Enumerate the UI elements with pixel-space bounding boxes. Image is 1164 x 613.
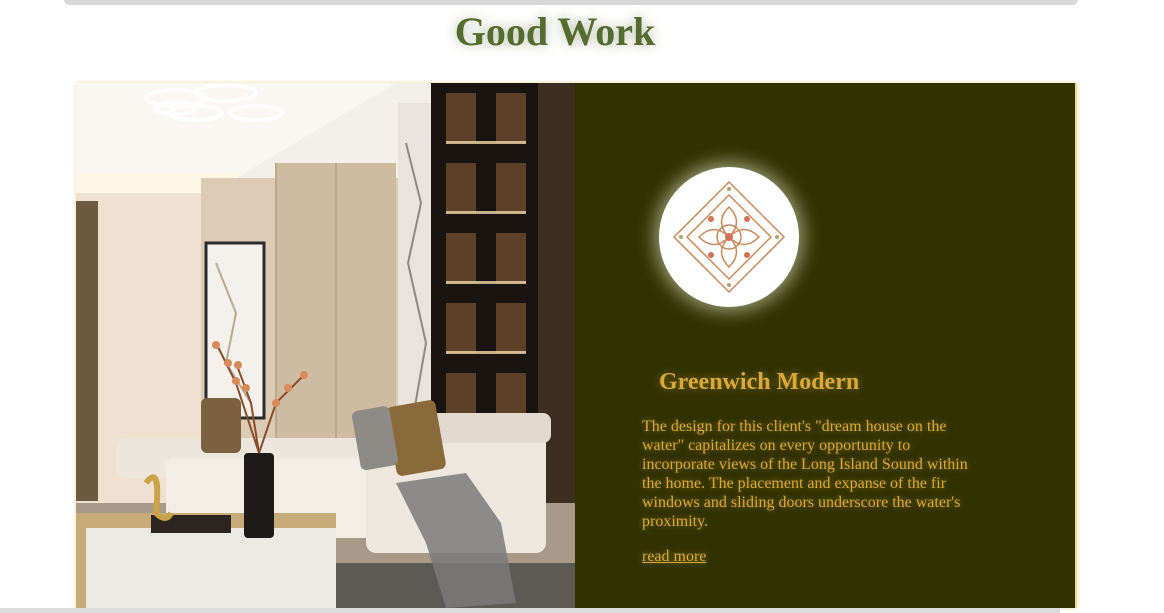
project-info-panel: Greenwich Modern The design for this cli… (575, 83, 1077, 608)
project-card: Greenwich Modern The design for this cli… (76, 83, 1077, 608)
read-more-link[interactable]: read more (642, 548, 706, 566)
project-title: Greenwich Modern (659, 369, 860, 395)
page-title: Good Work (454, 9, 656, 54)
ornamental-diamond-logo-icon (672, 180, 786, 294)
project-photo (76, 83, 575, 608)
horizontal-scrollbar[interactable] (0, 608, 1060, 613)
window-top-bar (64, 0, 1078, 5)
project-description: The design for this client's "dream hous… (642, 418, 968, 530)
living-room-photo-icon (76, 83, 575, 608)
project-logo (659, 167, 799, 307)
